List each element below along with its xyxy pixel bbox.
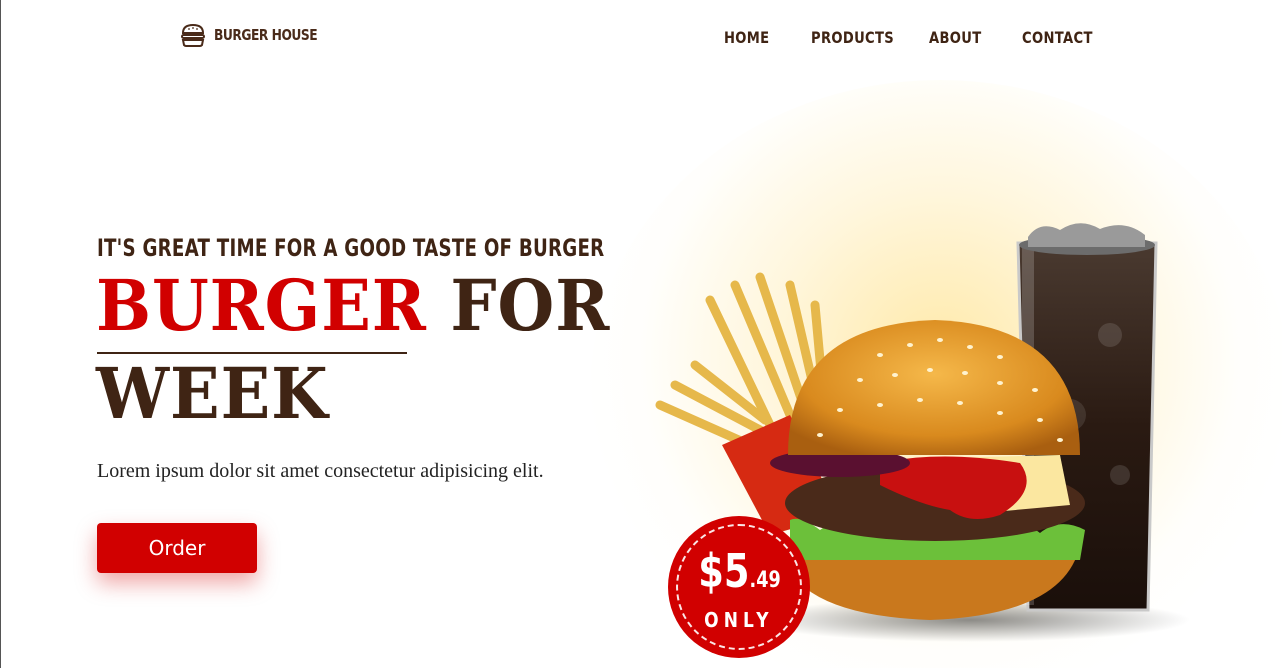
price-dollars: $5 [697,544,750,598]
nav-contact[interactable]: CONTACT [1022,28,1093,47]
nav-products[interactable]: PRODUCTS [811,28,894,47]
brand-name: BURGER HOUSE [214,26,318,44]
headline-accent-word: BURGER [96,264,427,347]
headline-word: FOR [450,264,611,347]
price-caption: ONLY [704,608,774,632]
price-cents: .49 [749,568,781,593]
nav-about[interactable]: ABOUT [929,28,982,47]
headline-line-2: WEEK [96,352,329,435]
hero-description: Lorem ipsum dolor sit amet consectetur a… [97,460,544,482]
burger [770,320,1085,620]
price-badge: $5.49 ONLY [668,516,810,658]
burger-icon [181,23,205,47]
hero-tagline: IT'S GREAT TIME FOR A GOOD TASTE OF BURG… [97,234,605,262]
price-amount: $5.49 [698,548,780,604]
order-button[interactable]: Order [97,523,257,573]
window-left-border [0,0,1,668]
brand-logo[interactable]: BURGER HOUSE [180,22,340,48]
hero-headline: BURGER FOR [96,264,610,348]
nav-home[interactable]: HOME [724,28,769,47]
